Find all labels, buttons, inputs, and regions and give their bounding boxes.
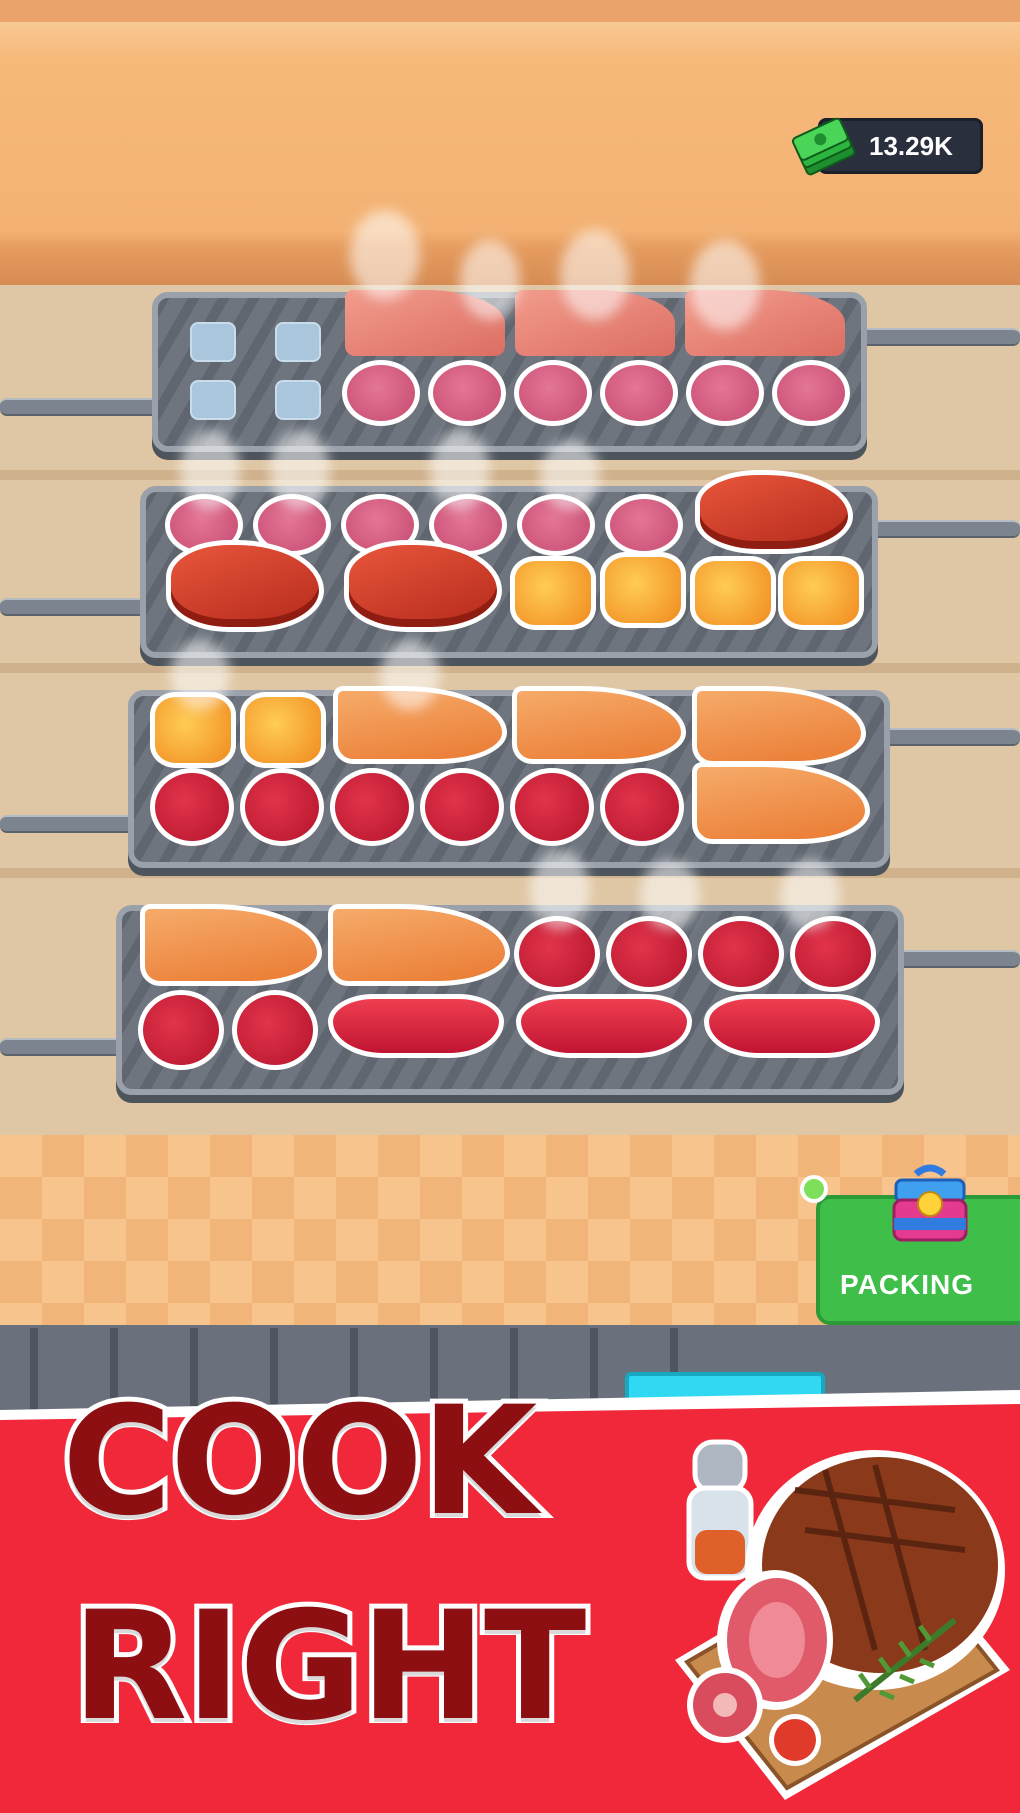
notification-dot xyxy=(800,1175,828,1203)
salami-slice[interactable] xyxy=(605,494,683,556)
meatball[interactable] xyxy=(420,768,504,846)
skewer-rod xyxy=(0,398,170,416)
steam-puff xyxy=(430,430,490,510)
chicken-nugget[interactable] xyxy=(690,556,776,630)
shelf-line xyxy=(0,868,1020,878)
ice-slot xyxy=(190,322,236,362)
meatball[interactable] xyxy=(150,768,234,846)
steam-puff xyxy=(780,860,840,930)
steam-puff xyxy=(350,210,420,300)
steam-puff xyxy=(640,860,700,930)
salami-slice[interactable] xyxy=(514,360,592,426)
cash-stack-icon xyxy=(791,117,856,176)
ice-slot xyxy=(275,380,321,420)
salami-slice[interactable] xyxy=(428,360,506,426)
sausage[interactable] xyxy=(328,994,504,1058)
steam-puff xyxy=(170,640,230,710)
lunchbox-icon xyxy=(892,1164,968,1242)
steam-puff xyxy=(530,850,590,930)
meatball[interactable] xyxy=(510,768,594,846)
chicken-nugget[interactable] xyxy=(778,556,864,630)
skewer-rod xyxy=(870,728,1020,746)
steam-puff xyxy=(180,430,240,510)
skewer-rod xyxy=(850,328,1020,346)
skewer-rod xyxy=(890,950,1020,968)
salami-slice[interactable] xyxy=(342,360,420,426)
steam-puff xyxy=(380,640,440,710)
steam-puff xyxy=(560,230,630,320)
roast-meat-illustration xyxy=(675,1439,1010,1800)
skewer-rod xyxy=(0,598,160,616)
meatball[interactable] xyxy=(600,768,684,846)
chicken-nugget[interactable] xyxy=(240,692,326,768)
banner-title-line1: COOK xyxy=(57,1370,542,1554)
sausage[interactable] xyxy=(704,994,880,1058)
meatball[interactable] xyxy=(330,768,414,846)
chicken-nugget[interactable] xyxy=(510,556,596,630)
skewer-rod xyxy=(860,520,1020,538)
ice-slot xyxy=(190,380,236,420)
meatball[interactable] xyxy=(698,916,784,992)
money-value: 13.29K xyxy=(869,131,953,161)
meatball[interactable] xyxy=(240,768,324,846)
steam-puff xyxy=(540,440,600,510)
steam-puff xyxy=(690,240,760,330)
steam-puff xyxy=(270,430,330,510)
banner-title-line2: RIGHT xyxy=(67,1575,591,1759)
shelf-line xyxy=(0,663,1020,673)
salami-slice[interactable] xyxy=(686,360,764,426)
wall-trim xyxy=(0,0,1020,25)
ice-slot xyxy=(275,322,321,362)
chicken-nugget[interactable] xyxy=(600,552,686,628)
salami-slice[interactable] xyxy=(600,360,678,426)
shelf-line xyxy=(0,470,1020,480)
steam-puff xyxy=(460,240,520,320)
meatball[interactable] xyxy=(138,990,224,1070)
packing-label: PACKING xyxy=(840,1269,975,1300)
salami-slice[interactable] xyxy=(772,360,850,426)
meatball[interactable] xyxy=(232,990,318,1070)
sausage[interactable] xyxy=(516,994,692,1058)
